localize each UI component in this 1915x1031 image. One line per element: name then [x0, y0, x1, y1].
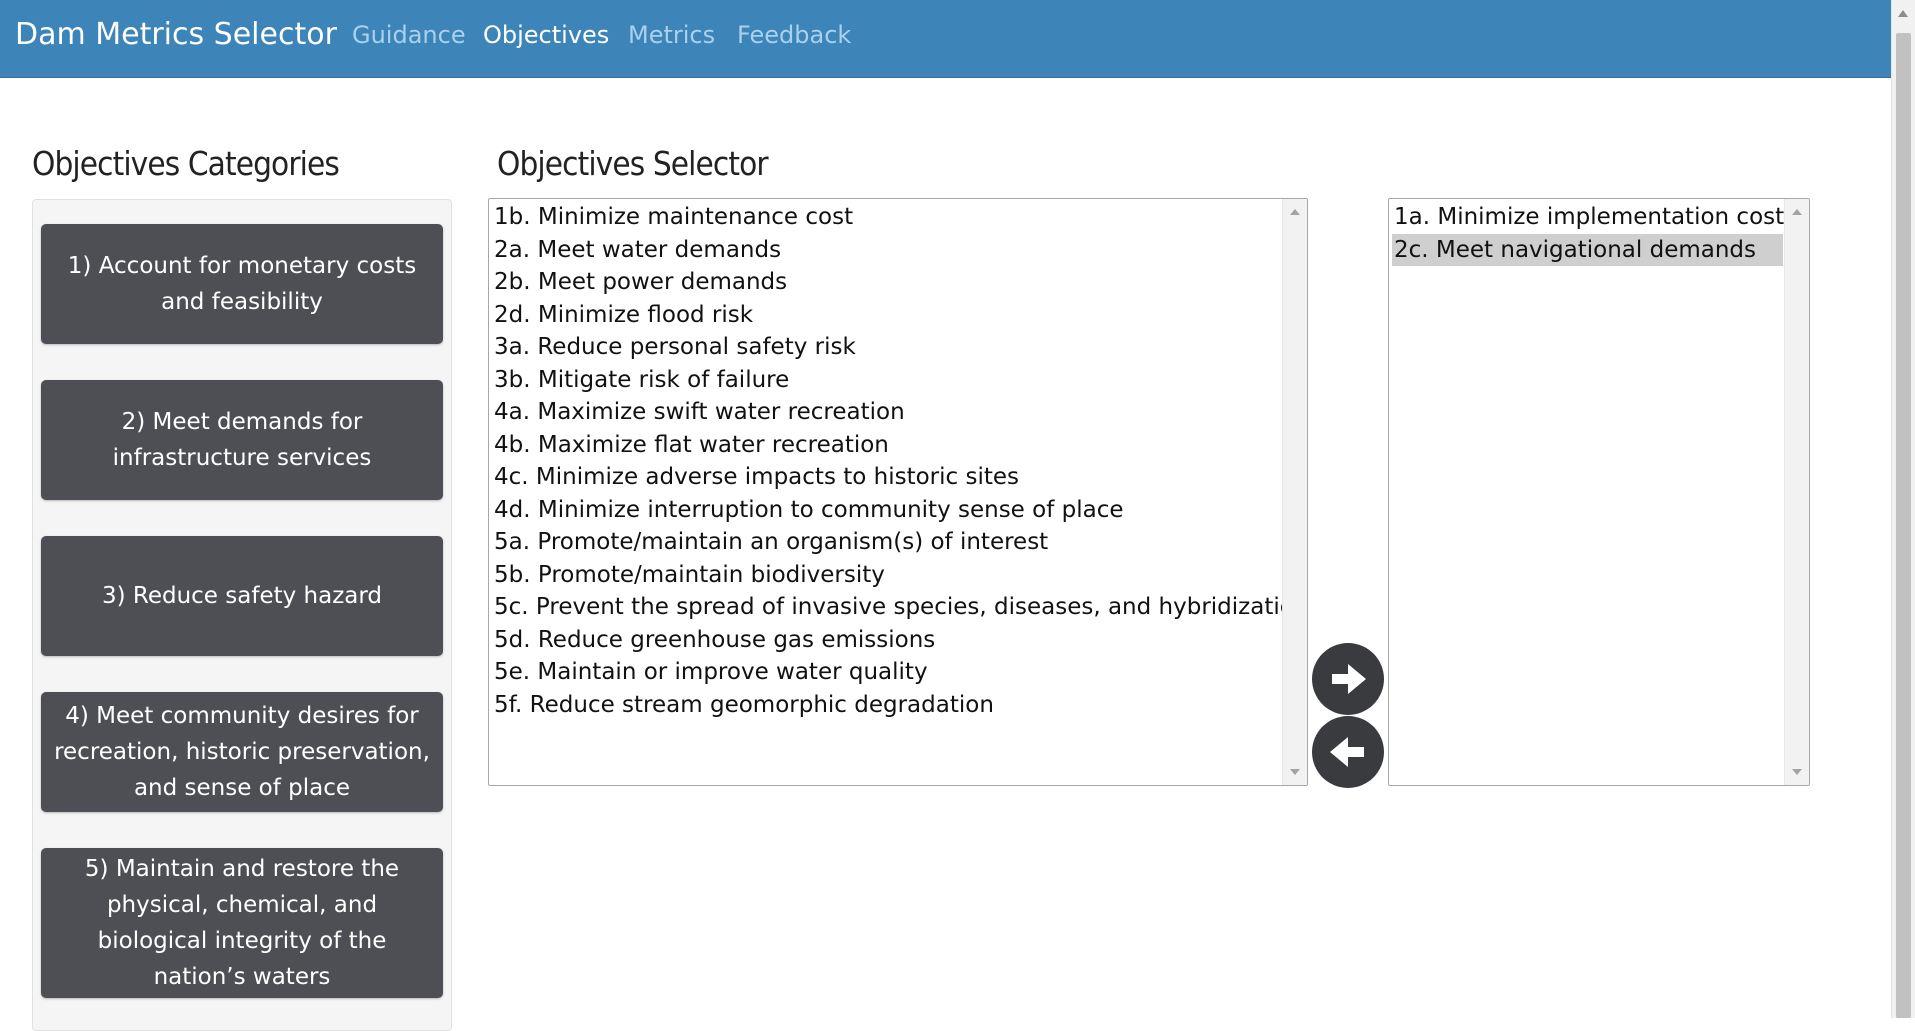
list-item[interactable]: 5d. Reduce greenhouse gas emissions [492, 624, 1281, 657]
list-item[interactable]: 1b. Minimize maintenance cost [492, 201, 1281, 234]
scroll-up-icon[interactable] [1898, 10, 1908, 17]
list-item[interactable]: 5b. Promote/maintain biodiversity [492, 559, 1281, 592]
add-objective-button[interactable] [1312, 643, 1384, 715]
navbar: Dam Metrics Selector Guidance Objectives… [0, 0, 1892, 78]
arrow-left-icon [1330, 737, 1364, 767]
brand-title[interactable]: Dam Metrics Selector [15, 16, 337, 54]
available-items: 1b. Minimize maintenance cost 2a. Meet wa… [492, 201, 1307, 722]
category-button-1[interactable]: 1) Account for monetary costs and feasib… [41, 224, 443, 344]
scroll-down-icon[interactable] [1792, 769, 1802, 775]
category-button-5[interactable]: 5) Maintain and restore the physical, ch… [41, 848, 443, 998]
selector-heading: Objectives Selector [497, 144, 769, 183]
scroll-up-icon[interactable] [1290, 209, 1300, 215]
list-item[interactable]: 4b. Maximize flat water recreation [492, 429, 1281, 462]
arrow-right-icon [1332, 664, 1366, 694]
list-item[interactable]: 2b. Meet power demands [492, 266, 1281, 299]
nav-link-feedback[interactable]: Feedback [737, 20, 851, 50]
list-item[interactable]: 5a. Promote/maintain an organism(s) of i… [492, 526, 1281, 559]
scroll-up-icon[interactable] [1792, 209, 1802, 215]
nav-link-objectives[interactable]: Objectives [483, 20, 609, 50]
nav-link-guidance[interactable]: Guidance [352, 20, 466, 50]
categories-panel: 1) Account for monetary costs and feasib… [32, 199, 452, 1031]
nav-link-metrics[interactable]: Metrics [628, 20, 715, 50]
list-item[interactable]: 3b. Mitigate risk of failure [492, 364, 1281, 397]
remove-objective-button[interactable] [1312, 716, 1384, 788]
available-objectives-list[interactable]: 1b. Minimize maintenance cost 2a. Meet wa… [488, 198, 1308, 786]
list-item[interactable]: 5f. Reduce stream geomorphic degradation [492, 689, 1281, 722]
scroll-down-icon[interactable] [1290, 769, 1300, 775]
list-item[interactable]: 1a. Minimize implementation cost [1392, 201, 1784, 234]
category-button-4[interactable]: 4) Meet community desires for recreation… [41, 692, 443, 812]
available-list-scrollbar[interactable] [1282, 199, 1307, 785]
list-item[interactable]: 4c. Minimize adverse impacts to historic… [492, 461, 1281, 494]
list-item[interactable]: 4d. Minimize interruption to community s… [492, 494, 1281, 527]
categories-heading: Objectives Categories [32, 144, 340, 183]
page-scrollbar[interactable] [1891, 0, 1915, 1018]
scrollbar-thumb[interactable] [1896, 33, 1911, 1018]
selected-objectives-list[interactable]: 1a. Minimize implementation cost 2c. Meet… [1388, 198, 1810, 786]
selected-items: 1a. Minimize implementation cost 2c. Meet… [1392, 201, 1784, 266]
list-item[interactable]: 2d. Minimize flood risk [492, 299, 1281, 332]
list-item[interactable]: 3a. Reduce personal safety risk [492, 331, 1281, 364]
list-item[interactable]: 4a. Maximize swift water recreation [492, 396, 1281, 429]
list-item[interactable]: 5e. Maintain or improve water quality [492, 656, 1281, 689]
list-item[interactable]: 2c. Meet navigational demands [1392, 233, 1783, 266]
selected-list-scrollbar[interactable] [1784, 199, 1809, 785]
list-item[interactable]: 2a. Meet water demands [492, 234, 1281, 267]
category-button-2[interactable]: 2) Meet demands for infrastructure servi… [41, 380, 443, 500]
list-item[interactable]: 5c. Prevent the spread of invasive speci… [492, 591, 1307, 624]
category-button-3[interactable]: 3) Reduce safety hazard [41, 536, 443, 656]
